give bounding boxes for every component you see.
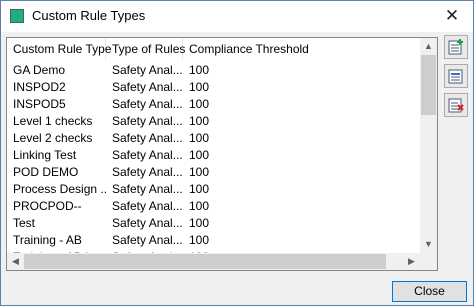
column-header-type-of-rules[interactable]: Type of Rules [106, 38, 185, 60]
close-button[interactable]: Close [392, 281, 467, 302]
rule-type-cell: Training - AB [13, 233, 82, 247]
rule-type-cell: PROCPOD-- [13, 199, 82, 213]
delete-rule-button[interactable] [444, 93, 468, 117]
table-row[interactable]: POD DEMO Safety Anal... 100 [7, 164, 419, 181]
type-of-rules-cell: Safety Anal... [112, 63, 183, 77]
edit-rule-button[interactable] [444, 64, 468, 88]
type-of-rules-cell: Safety Anal... [112, 199, 183, 213]
rule-type-cell: POD DEMO [13, 165, 79, 179]
compliance-threshold-cell: 100 [189, 131, 210, 145]
add-rule-button[interactable] [444, 35, 468, 59]
rule-type-cell: Test [13, 216, 36, 230]
vertical-scrollbar[interactable]: ▲ ▼ [420, 38, 437, 253]
add-rule-icon [448, 39, 463, 55]
column-header-custom-rule-type[interactable]: Custom Rule Type [7, 38, 112, 60]
rule-type-cell: Process Design ... [13, 182, 106, 196]
compliance-threshold-cell: 100 [189, 182, 210, 196]
table-row[interactable]: Process Design ... Safety Anal... 100 [7, 181, 419, 198]
rule-type-cell: INSPOD2 [13, 80, 66, 94]
app-icon [10, 9, 24, 23]
list-rows: GA Demo Safety Anal... 100 INSPOD2 Safety An… [7, 62, 419, 249]
table-row[interactable]: INSPOD2 Safety Anal... 100 [7, 79, 419, 96]
vertical-scroll-thumb[interactable] [421, 55, 436, 115]
rule-types-list[interactable]: Custom Rule Type Type of Rules Complianc… [6, 37, 438, 271]
table-row[interactable]: Level 2 checks Safety Anal... 100 [7, 130, 419, 147]
rule-type-cell: Level 1 checks [13, 114, 93, 128]
compliance-threshold-cell: 100 [189, 97, 210, 111]
rule-type-cell: INSPOD5 [13, 97, 66, 111]
table-row[interactable]: INSPOD5 Safety Anal... 100 [7, 96, 419, 113]
type-of-rules-cell: Safety Anal... [112, 80, 183, 94]
type-of-rules-cell: Safety Anal... [112, 182, 183, 196]
dialog-window: Custom Rule Types ✕ Custom Rule Type Typ… [0, 0, 474, 306]
delete-rule-icon [448, 98, 464, 113]
title-bar: Custom Rule Types ✕ [1, 1, 473, 32]
compliance-threshold-cell: 100 [189, 80, 210, 94]
column-header-compliance-threshold[interactable]: Compliance Threshold [183, 38, 419, 60]
compliance-threshold-cell: 100 [189, 114, 210, 128]
type-of-rules-cell: Safety Anal... [112, 148, 183, 162]
table-row[interactable]: Linking Test Safety Anal... 100 [7, 147, 419, 164]
list-header: Custom Rule Type Type of Rules Complianc… [7, 38, 419, 60]
horizontal-scrollbar[interactable]: ◀ ▶ [7, 253, 420, 270]
type-of-rules-cell: Safety Anal... [112, 233, 183, 247]
compliance-threshold-cell: 100 [189, 148, 210, 162]
window-title: Custom Rule Types [32, 8, 146, 23]
rule-type-cell: Linking Test [13, 148, 77, 162]
compliance-threshold-cell: 100 [189, 233, 210, 247]
compliance-threshold-cell: 100 [189, 199, 210, 213]
rule-type-cell: GA Demo [13, 63, 66, 77]
table-row[interactable]: Test Safety Anal... 100 [7, 215, 419, 232]
type-of-rules-cell: Safety Anal... [112, 114, 183, 128]
type-of-rules-cell: Safety Anal... [112, 216, 183, 230]
table-row[interactable]: Level 1 checks Safety Anal... 100 [7, 113, 419, 130]
horizontal-scroll-thumb[interactable] [24, 254, 386, 269]
compliance-threshold-cell: 100 [189, 165, 210, 179]
table-row[interactable]: PROCPOD-- Safety Anal... 100 [7, 198, 419, 215]
scroll-right-icon[interactable]: ▶ [403, 253, 420, 270]
scroll-down-icon[interactable]: ▼ [420, 236, 437, 253]
edit-rule-icon [448, 69, 463, 84]
compliance-threshold-cell: 100 [189, 63, 210, 77]
scroll-left-icon[interactable]: ◀ [7, 253, 24, 270]
table-row[interactable]: Training - AB Safety Anal... 100 [7, 232, 419, 249]
scroll-corner [420, 253, 437, 270]
rule-type-cell: Level 2 checks [13, 131, 93, 145]
scroll-up-icon[interactable]: ▲ [420, 38, 437, 55]
type-of-rules-cell: Safety Anal... [112, 165, 183, 179]
type-of-rules-cell: Safety Anal... [112, 131, 183, 145]
close-window-icon[interactable]: ✕ [437, 3, 467, 29]
type-of-rules-cell: Safety Anal... [112, 97, 183, 111]
compliance-threshold-cell: 100 [189, 216, 210, 230]
table-row[interactable]: GA Demo Safety Anal... 100 [7, 62, 419, 79]
